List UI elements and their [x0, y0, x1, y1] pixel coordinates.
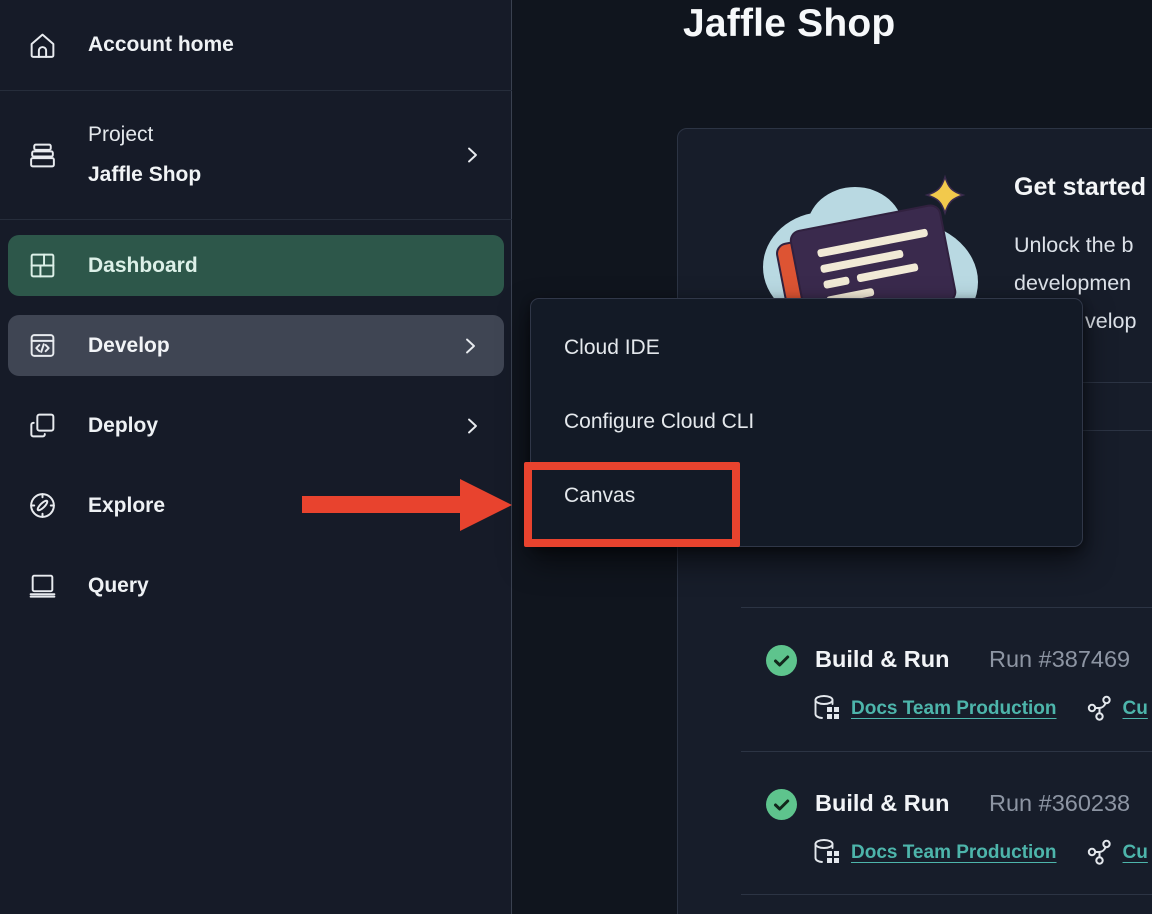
get-started-text-line1: Unlock the b	[1014, 233, 1134, 258]
menu-item-cloud-ide[interactable]: Cloud IDE	[531, 311, 1082, 385]
branch-link[interactable]: Cu	[1123, 842, 1148, 864]
environment-link[interactable]: Docs Team Production	[851, 842, 1057, 864]
sidebar-item-label: Explore	[88, 494, 165, 518]
get-started-text-line2: developmen	[1014, 271, 1131, 296]
project-name: Jaffle Shop	[88, 155, 201, 195]
get-started-heading: Get started	[1014, 173, 1146, 202]
app-window: Jaffle Shop Get started	[0, 0, 1152, 914]
git-branch-icon	[1087, 839, 1112, 866]
database-icon	[813, 838, 840, 867]
sidebar-item-account-home[interactable]: Account home	[0, 0, 512, 90]
sidebar-item-develop[interactable]: Develop	[8, 315, 504, 376]
sidebar-item-label: Query	[88, 574, 149, 598]
chevron-right-icon	[462, 144, 482, 166]
sidebar-item-label: Dashboard	[88, 254, 198, 278]
environment-link[interactable]: Docs Team Production	[851, 698, 1057, 720]
row-divider	[741, 751, 1152, 752]
git-branch-icon	[1087, 695, 1112, 722]
laptop-icon	[27, 570, 58, 601]
sidebar-item-deploy[interactable]: Deploy	[0, 395, 512, 456]
home-icon	[27, 30, 58, 61]
sidebar-item-label: Account home	[88, 33, 234, 57]
grid-icon	[27, 250, 58, 281]
row-divider	[741, 607, 1152, 608]
chevron-right-icon	[460, 335, 480, 357]
get-started-text-line3-fragment: velop	[1085, 309, 1136, 334]
menu-item-configure-cloud-cli[interactable]: Configure Cloud CLI	[531, 385, 1082, 459]
row-divider	[741, 894, 1152, 895]
chevron-right-icon	[462, 415, 482, 437]
sidebar-item-explore[interactable]: Explore	[0, 475, 512, 536]
database-icon	[813, 694, 840, 723]
develop-submenu: Cloud IDE Configure Cloud CLI Canvas	[530, 298, 1083, 547]
run-number: Run #360238	[989, 790, 1130, 817]
windows-icon	[27, 410, 58, 441]
project-eyebrow: Project	[88, 115, 201, 155]
menu-item-canvas[interactable]: Canvas	[531, 459, 1082, 533]
sidebar-item-label: Deploy	[88, 414, 158, 438]
run-number: Run #387469	[989, 646, 1130, 673]
branch-link[interactable]: Cu	[1123, 698, 1148, 720]
archive-box-icon	[27, 140, 58, 171]
sidebar: Account home Project Jaffle Shop	[0, 0, 512, 914]
sidebar-item-query[interactable]: Query	[0, 555, 512, 616]
check-circle-icon	[766, 789, 797, 820]
code-window-icon	[27, 330, 58, 361]
sidebar-divider	[0, 219, 512, 220]
run-title: Build & Run	[815, 790, 949, 817]
compass-icon	[27, 490, 58, 521]
sidebar-item-project[interactable]: Project Jaffle Shop	[0, 91, 512, 219]
page-title: Jaffle Shop	[683, 2, 895, 46]
check-circle-icon	[766, 645, 797, 676]
sidebar-item-label: Develop	[88, 334, 170, 358]
run-title: Build & Run	[815, 646, 949, 673]
sidebar-item-dashboard[interactable]: Dashboard	[8, 235, 504, 296]
